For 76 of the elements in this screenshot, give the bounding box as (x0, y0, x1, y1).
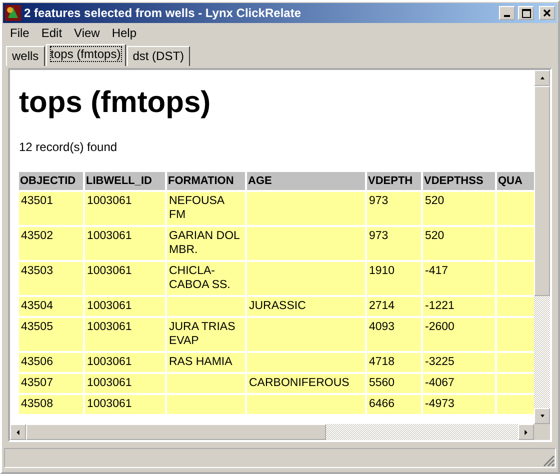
close-icon (543, 9, 551, 17)
scroll-thumb[interactable] (26, 424, 326, 440)
tab[interactable]: dst (DST) (126, 46, 190, 66)
table-cell: -4973 (423, 395, 495, 414)
horizontal-scrollbar[interactable] (10, 424, 534, 440)
table-cell: 973 (367, 227, 421, 260)
close-button[interactable] (539, 6, 555, 20)
triangle-left-icon (16, 428, 20, 436)
scroll-thumb[interactable] (534, 86, 550, 296)
triangle-up-icon (538, 76, 546, 80)
minimize-button[interactable] (499, 6, 515, 20)
maximize-icon (522, 8, 530, 18)
table-cell: -4067 (423, 374, 495, 393)
page-heading: tops (fmtops) (19, 86, 212, 120)
table-cell: 43506 (19, 353, 83, 372)
column-header[interactable]: LIBWELL_ID (85, 172, 165, 190)
triangle-down-icon (538, 414, 546, 418)
table-cell: NEFOUSA FM (167, 192, 245, 225)
table-cell: 1003061 (85, 262, 165, 295)
table-cell: 43504 (19, 297, 83, 316)
column-header[interactable]: VDEPTHSS (423, 172, 495, 190)
menu-item[interactable]: Edit (35, 26, 68, 40)
table-cell: RAS HAMIA (167, 353, 245, 372)
scroll-up-button[interactable] (534, 70, 550, 86)
table-cell: -1221 (423, 297, 495, 316)
table-cell: 5560 (367, 374, 421, 393)
table-cell: CHICLA-CABOA SS. (167, 262, 245, 295)
table-cell: CARBONIFEROUS (247, 374, 365, 393)
menu-item[interactable]: Help (106, 26, 143, 40)
table-cell: 4093 (367, 318, 421, 351)
menu-item[interactable]: File (4, 26, 36, 40)
menu-item[interactable]: View (68, 26, 106, 40)
table-cell: 2714 (367, 297, 421, 316)
vertical-scrollbar[interactable] (534, 70, 550, 424)
column-header[interactable]: FORMATION (167, 172, 245, 190)
column-header[interactable]: QUA (497, 172, 534, 190)
table-cell: 43501 (19, 192, 83, 225)
table-cell: 1003061 (85, 227, 165, 260)
table-cell: 1003061 (85, 395, 165, 414)
scroll-down-button[interactable] (534, 408, 550, 424)
table-cell: JURA TRIAS EVAP (167, 318, 245, 351)
column-header[interactable]: OBJECTID (19, 172, 83, 190)
scrollbar-corner (534, 424, 550, 440)
table-cell: 43503 (19, 262, 83, 295)
scroll-left-button[interactable] (10, 424, 26, 440)
table-cell: 1003061 (85, 374, 165, 393)
record-count: 12 record(s) found (19, 140, 118, 154)
table-cell: GARIAN DOL MBR. (167, 227, 245, 260)
tab[interactable]: wells (6, 46, 45, 66)
table-cell: 1003061 (85, 318, 165, 351)
column-header[interactable]: VDEPTH (367, 172, 421, 190)
table-cell: 43502 (19, 227, 83, 260)
column-header[interactable]: AGE (247, 172, 365, 190)
table-cell: 520 (423, 192, 495, 225)
scroll-right-button[interactable] (518, 424, 534, 440)
table-cell: 1003061 (85, 192, 165, 225)
table-cell: 520 (423, 227, 495, 260)
table-cell: 973 (367, 192, 421, 225)
table-cell: 1003061 (85, 297, 165, 316)
triangle-right-icon (524, 428, 528, 436)
resize-grip-icon[interactable] (543, 455, 555, 467)
tab[interactable]: tops (fmtops) (46, 44, 126, 66)
app-icon (5, 5, 21, 21)
table-cell: 43505 (19, 318, 83, 351)
table-cell: -3225 (423, 353, 495, 372)
window-title: 2 features selected from wells - Lynx ClickRelate (24, 6, 302, 20)
table-cell: 1910 (367, 262, 421, 295)
table-cell: -417 (423, 262, 495, 295)
table-cell: -2600 (423, 318, 495, 351)
table-cell: 1003061 (85, 353, 165, 372)
table-cell: JURASSIC (247, 297, 365, 316)
table-cell: 4718 (367, 353, 421, 372)
table-cell: 6466 (367, 395, 421, 414)
table-cell: 43508 (19, 395, 83, 414)
table-cell: 43507 (19, 374, 83, 393)
maximize-button[interactable] (518, 6, 534, 20)
